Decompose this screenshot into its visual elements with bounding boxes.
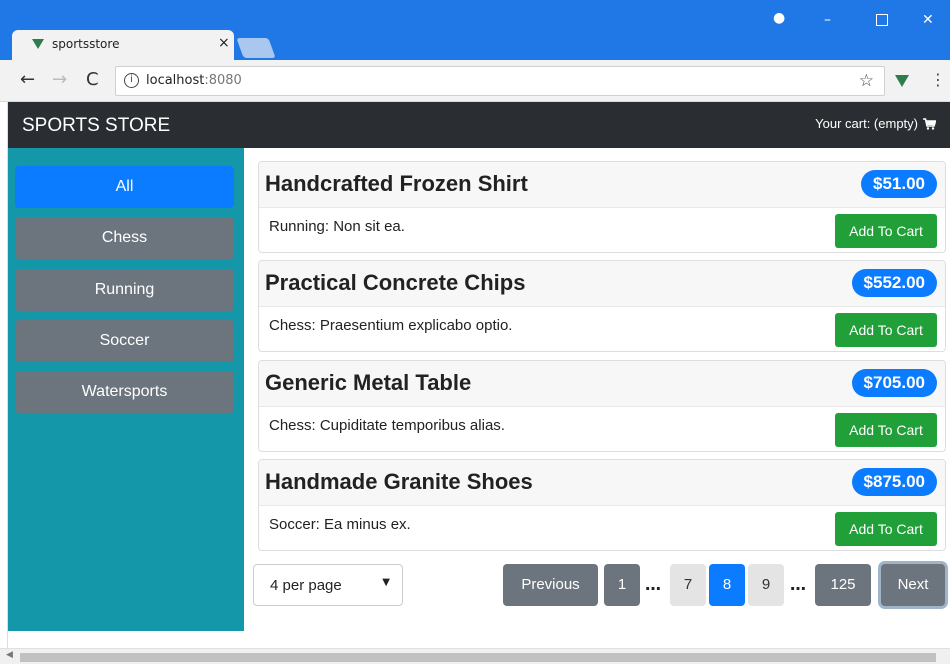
product-card-header: Handcrafted Frozen Shirt $51.00 (259, 162, 945, 208)
url-input[interactable]: i localhost:8080 ☆ (115, 66, 885, 96)
page-button-125[interactable]: 125 (815, 564, 871, 606)
horizontal-scrollbar[interactable]: ◀ (0, 648, 950, 664)
pagination-ellipsis: … (645, 575, 661, 594)
product-name: Generic Metal Table (265, 370, 472, 395)
vue-devtools-icon[interactable] (895, 75, 909, 87)
product-card: Practical Concrete Chips $552.00 Chess: … (258, 260, 946, 352)
product-description: Running: Non sit ea. (269, 218, 405, 235)
url-host: localhost (146, 73, 205, 88)
bookmark-star-icon[interactable]: ☆ (859, 71, 874, 91)
maximize-icon[interactable] (876, 14, 888, 26)
vue-logo-icon (32, 39, 44, 49)
category-button-soccer[interactable]: Soccer (15, 320, 234, 362)
window-edge (0, 102, 8, 648)
price-badge: $875.00 (851, 468, 937, 496)
category-sidebar: All Chess Running Soccer Watersports (8, 148, 244, 631)
info-icon[interactable]: i (124, 73, 139, 88)
add-to-cart-button[interactable]: Add To Cart (835, 512, 937, 546)
minimize-icon[interactable]: – (824, 12, 831, 28)
product-description: Chess: Praesentium explicabo optio. (269, 317, 513, 334)
category-button-running[interactable]: Running (15, 269, 234, 311)
page-button-8[interactable]: 8 (709, 564, 745, 606)
cart-summary[interactable]: Your cart: (empty) (815, 116, 918, 131)
product-card: Generic Metal Table $705.00 Chess: Cupid… (258, 360, 946, 452)
scrollbar-thumb[interactable] (20, 653, 936, 662)
pagination-ellipsis: … (790, 575, 806, 594)
product-card: Handcrafted Frozen Shirt $51.00 Running:… (258, 161, 946, 253)
next-page-button[interactable]: Next (881, 564, 945, 606)
product-card-header: Generic Metal Table $705.00 (259, 361, 945, 407)
browser-titlebar: sportsstore × ● – ✕ (0, 0, 950, 60)
forward-icon[interactable]: → (52, 69, 67, 90)
category-button-watersports[interactable]: Watersports (15, 371, 234, 413)
product-card: Handmade Granite Shoes $875.00 Soccer: E… (258, 459, 946, 551)
add-to-cart-button[interactable]: Add To Cart (835, 313, 937, 347)
dropdown-caret-icon: ▼ (382, 577, 390, 588)
per-page-value: 4 per page (270, 577, 342, 594)
price-badge: $51.00 (861, 170, 937, 198)
browser-menu-icon[interactable]: ⋮ (930, 70, 946, 89)
product-card-header: Practical Concrete Chips $552.00 (259, 261, 945, 307)
product-name: Practical Concrete Chips (265, 270, 526, 295)
reload-icon[interactable]: C (86, 69, 99, 90)
tab-title: sportsstore (52, 37, 120, 51)
product-description: Chess: Cupiditate temporibus alias. (269, 417, 505, 434)
product-name: Handcrafted Frozen Shirt (265, 171, 528, 196)
close-window-icon[interactable]: ✕ (922, 12, 934, 28)
page-button-9[interactable]: 9 (748, 564, 784, 606)
add-to-cart-button[interactable]: Add To Cart (835, 413, 937, 447)
page-button-1[interactable]: 1 (604, 564, 640, 606)
scroll-left-icon[interactable]: ◀ (6, 650, 13, 660)
price-badge: $552.00 (851, 269, 937, 297)
app-header: SPORTS STORE Your cart: (empty) (8, 102, 950, 148)
back-icon[interactable]: ← (20, 69, 35, 90)
page-button-7[interactable]: 7 (670, 564, 706, 606)
brand-title: SPORTS STORE (22, 115, 171, 136)
product-card-header: Handmade Granite Shoes $875.00 (259, 460, 945, 506)
product-description: Soccer: Ea minus ex. (269, 516, 411, 533)
price-badge: $705.00 (851, 369, 937, 397)
previous-page-button[interactable]: Previous (503, 564, 598, 606)
category-button-all[interactable]: All (15, 166, 234, 208)
account-icon[interactable]: ● (773, 10, 785, 26)
add-to-cart-button[interactable]: Add To Cart (835, 214, 937, 248)
browser-tab[interactable]: sportsstore × (12, 30, 234, 60)
new-tab-button[interactable] (236, 38, 276, 58)
product-name: Handmade Granite Shoes (265, 469, 533, 494)
category-button-chess[interactable]: Chess (15, 217, 234, 259)
url-text: localhost:8080 (146, 73, 242, 88)
shopping-cart-icon[interactable] (923, 118, 937, 134)
url-port: :8080 (204, 73, 242, 88)
tab-close-icon[interactable]: × (218, 35, 230, 51)
per-page-select[interactable]: 4 per page ▼ (253, 564, 403, 606)
address-bar: ← → C i localhost:8080 ☆ ⋮ (0, 60, 950, 102)
